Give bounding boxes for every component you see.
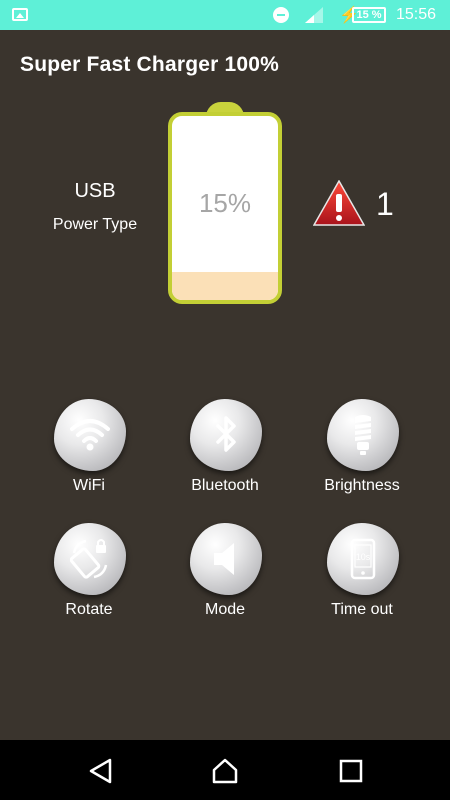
status-time: 15:56 <box>396 6 437 23</box>
image-notification-icon <box>12 8 28 21</box>
signal-icon <box>305 7 323 23</box>
rotate-button[interactable]: Rotate <box>24 523 154 633</box>
lightbulb-icon <box>355 415 371 455</box>
rotate-pebble[interactable] <box>54 523 126 595</box>
bluetooth-pebble[interactable] <box>190 399 262 471</box>
app-title: Super Fast Charger 100% <box>20 53 280 76</box>
timeout-icon-text: 10s <box>356 552 371 562</box>
battery-percentage: 15% <box>198 188 252 218</box>
battery-body: 15% <box>168 112 282 304</box>
warning-icon[interactable] <box>313 180 365 226</box>
power-source: USB <box>74 180 116 202</box>
battery-gauge: 15% <box>168 102 282 304</box>
rotate-lock-icon <box>70 539 108 579</box>
navigation-bar <box>0 740 450 800</box>
warning-count: 1 <box>376 186 394 222</box>
wifi-icon <box>70 419 110 451</box>
battery-level-fill <box>172 272 278 300</box>
speaker-icon <box>214 543 234 575</box>
bluetooth-label: Bluetooth <box>191 477 259 494</box>
back-icon[interactable] <box>88 758 114 784</box>
bluetooth-button[interactable]: Bluetooth <box>160 399 290 509</box>
wifi-button[interactable]: WiFi <box>24 399 154 509</box>
brightness-label: Brightness <box>324 477 400 494</box>
home-icon[interactable] <box>212 758 238 784</box>
timeout-label: Time out <box>331 601 393 618</box>
timeout-icon: 10s <box>350 538 376 580</box>
mode-button[interactable]: Mode <box>160 523 290 633</box>
recent-apps-icon[interactable] <box>338 758 364 784</box>
status-battery-icon: 15 % <box>352 7 386 23</box>
wifi-label: WiFi <box>73 477 105 494</box>
power-type-label: Power Type <box>52 216 138 233</box>
do-not-disturb-icon <box>273 7 289 23</box>
rotate-label: Rotate <box>65 601 113 618</box>
bluetooth-icon <box>216 416 236 452</box>
mode-label: Mode <box>204 601 246 618</box>
wifi-pebble[interactable] <box>54 399 126 471</box>
mode-pebble[interactable] <box>190 523 262 595</box>
timeout-button[interactable]: 10s Time out <box>297 523 427 633</box>
status-bar: ⚡ 15 % 15:56 <box>0 0 450 30</box>
brightness-pebble[interactable] <box>327 399 399 471</box>
timeout-pebble[interactable]: 10s <box>327 523 399 595</box>
brightness-button[interactable]: Brightness <box>297 399 427 509</box>
